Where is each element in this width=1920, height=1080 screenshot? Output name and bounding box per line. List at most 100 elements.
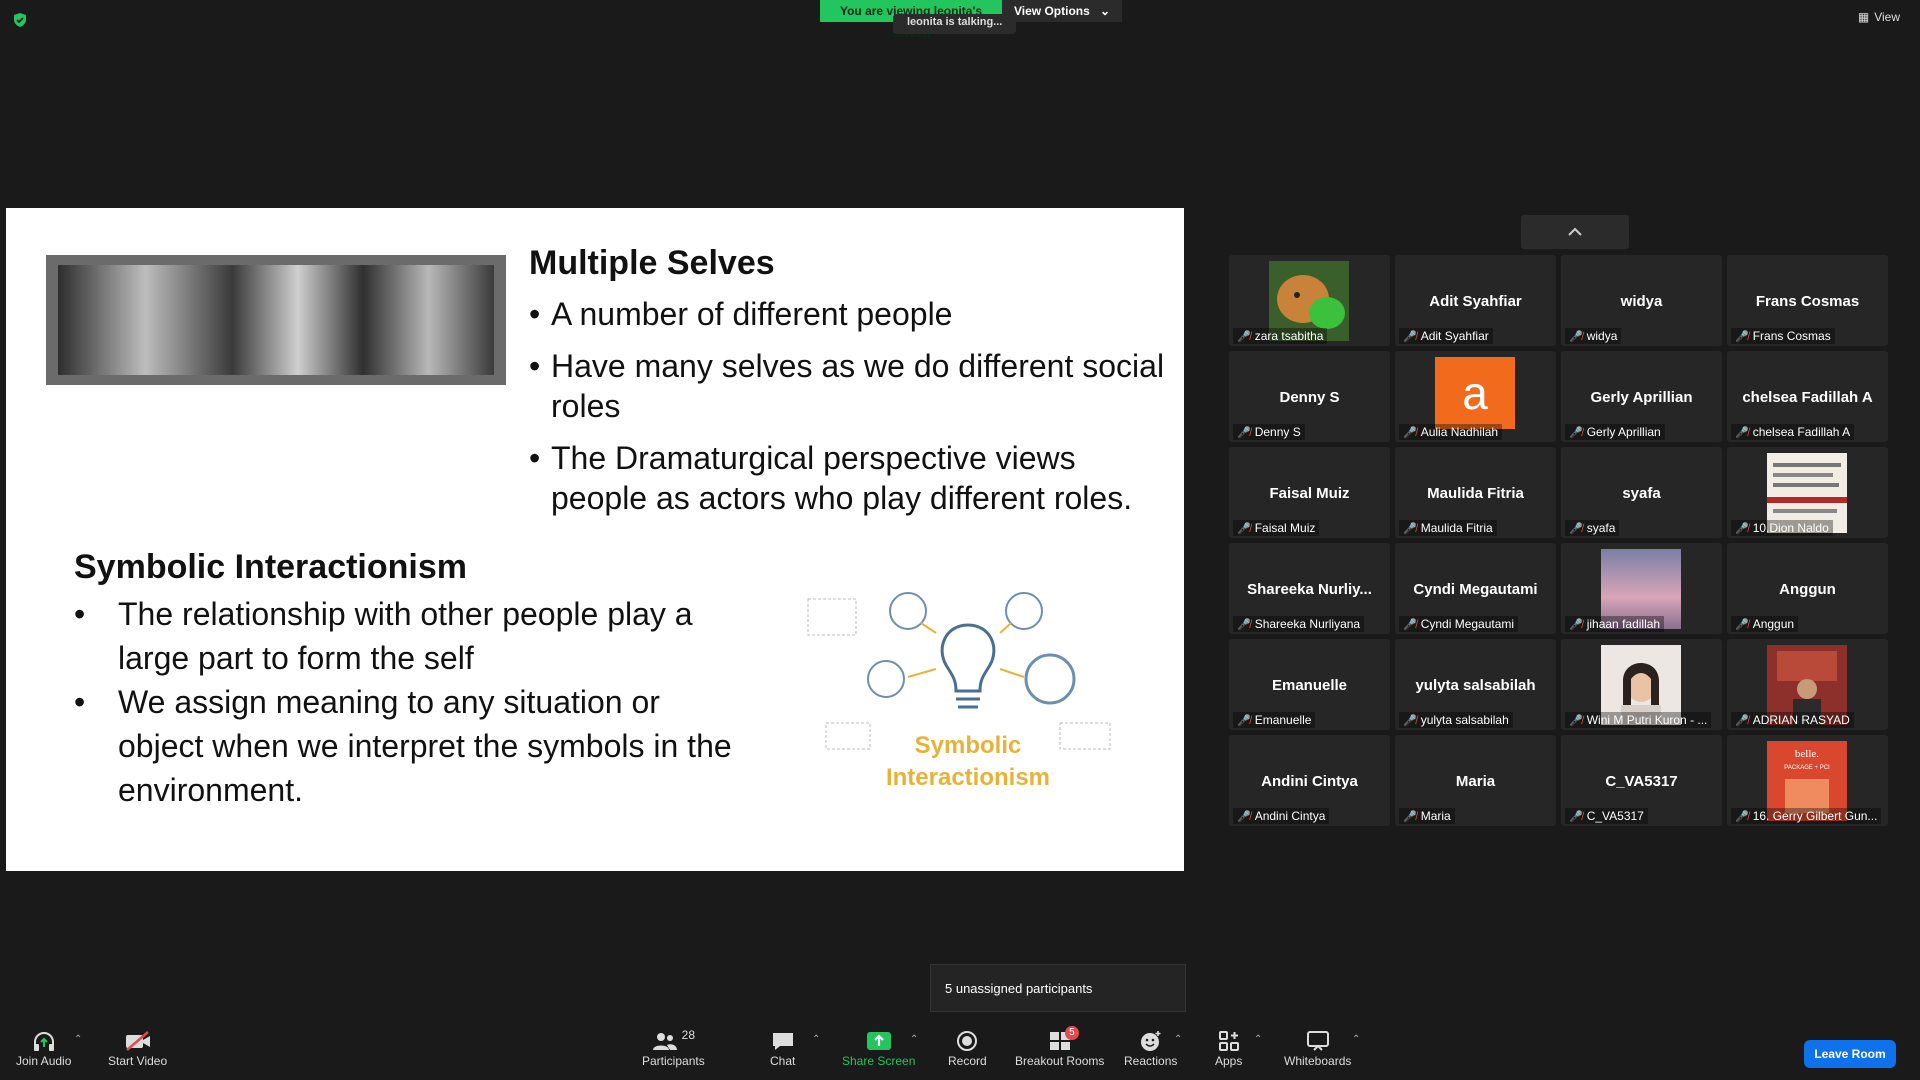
participant-name-label: 🎤̸ ADRIAN RASYAD — [1731, 712, 1854, 728]
apps-options-caret[interactable]: ⌃ — [1254, 1034, 1262, 1045]
participant-tile[interactable]: Shareeka Nurliy... 🎤̸ Shareeka Nurliyana — [1229, 543, 1390, 634]
apps-label: Apps — [1215, 1054, 1243, 1068]
participant-tile[interactable]: 🎤̸ jihaan fadillah — [1561, 543, 1722, 634]
record-icon — [957, 1031, 978, 1051]
participant-tile[interactable]: Maulida Fitria 🎤̸ Maulida Fitria — [1395, 447, 1556, 538]
record-button[interactable]: Record — [948, 1028, 987, 1068]
graphic-text-line1: Symbolic — [915, 732, 1022, 759]
unassigned-participants-tooltip: 5 unassigned participants — [930, 964, 1186, 1012]
mic-muted-icon: 🎤̸ — [1569, 522, 1583, 535]
participant-name-label: 🎤̸ Shareeka Nurliyana — [1233, 616, 1365, 632]
participant-name-label: 🎤̸ yulyta salsabilah — [1399, 712, 1513, 728]
participant-tile[interactable]: 🎤̸ ADRIAN RASYAD — [1727, 639, 1888, 730]
graphic-text-line2: Interactionism — [886, 764, 1050, 791]
participant-name-label: 🎤̸ Faisal Muiz — [1233, 520, 1320, 536]
participant-display-name: Cyndi Megautami — [1413, 581, 1538, 598]
mic-muted-icon: 🎤̸ — [1403, 330, 1417, 343]
participant-tile[interactable]: Cyndi Megautami 🎤̸ Cyndi Megautami — [1395, 543, 1556, 634]
mic-muted-icon: 🎤̸ — [1735, 426, 1749, 439]
view-options-button[interactable]: View Options ⌄ — [1002, 0, 1122, 22]
join-audio-button[interactable]: Join Audio — [16, 1028, 71, 1068]
headphones-icon — [33, 1032, 54, 1051]
share-options-caret[interactable]: ⌃ — [910, 1034, 918, 1045]
start-video-button[interactable]: Start Video — [108, 1028, 167, 1068]
participant-name-label: 🎤̸ 10.Dion Naldo — [1731, 520, 1833, 536]
participant-video — [1767, 453, 1847, 533]
join-audio-label: Join Audio — [16, 1054, 72, 1068]
participant-tile[interactable]: Emanuelle 🎤̸ Emanuelle — [1229, 639, 1390, 730]
view-button[interactable]: ▦ View — [1858, 10, 1900, 24]
participant-video — [1767, 645, 1847, 725]
participant-tile[interactable]: syafa 🎤̸ syafa — [1561, 447, 1722, 538]
whiteboards-button[interactable]: Whiteboards — [1284, 1028, 1351, 1068]
mic-muted-icon: 🎤̸ — [1403, 522, 1417, 535]
participant-tile[interactable]: yulyta salsabilah 🎤̸ yulyta salsabilah — [1395, 639, 1556, 730]
reactions-options-caret[interactable]: ⌃ — [1174, 1034, 1182, 1045]
participant-name-label: 🎤̸ widya — [1565, 328, 1622, 344]
participant-tile[interactable]: chelsea Fadillah A 🎤̸ chelsea Fadillah A — [1727, 351, 1888, 442]
apps-button[interactable]: Apps — [1215, 1028, 1242, 1068]
multiple-selves-list: • A number of different people • Have many… — [529, 294, 1169, 530]
participant-display-name: syafa — [1622, 485, 1661, 502]
bullet-item: • The relationship with other people play… — [74, 592, 754, 680]
chat-icon — [772, 1033, 793, 1050]
slide-heading-symbolic-interactionism: Symbolic Interactionism — [74, 548, 467, 586]
participant-tile[interactable]: Adit Syahfiar 🎤̸ Adit Syahfiar — [1395, 255, 1556, 346]
participant-name-label: 🎤̸ Andini Cintya — [1233, 808, 1330, 824]
video-off-icon — [125, 1031, 150, 1051]
mic-muted-icon: 🎤̸ — [1237, 618, 1251, 631]
collapse-gallery-button[interactable] — [1521, 215, 1629, 249]
chat-options-caret[interactable]: ⌃ — [812, 1034, 820, 1045]
view-options-label: View Options — [1014, 4, 1090, 18]
chat-button[interactable]: Chat — [770, 1028, 795, 1068]
reactions-button[interactable]: Reactions — [1124, 1028, 1177, 1068]
bullet-text: Have many selves as we do different soci… — [551, 348, 1165, 424]
participant-name-label: 🎤̸ Cyndi Megautami — [1399, 616, 1519, 632]
participant-tile[interactable]: 🎤̸ zara tsabitha — [1229, 255, 1390, 346]
talking-indicator: leonita is talking... — [893, 14, 1017, 34]
participant-tile[interactable]: Denny S 🎤̸ Denny S — [1229, 351, 1390, 442]
whiteboards-options-caret[interactable]: ⌃ — [1352, 1034, 1360, 1045]
participant-tile[interactable]: Anggun 🎤̸ Anggun — [1727, 543, 1888, 634]
participant-tile[interactable]: Andini Cintya 🎤̸ Andini Cintya — [1229, 735, 1390, 826]
participant-tile[interactable]: Faisal Muiz 🎤̸ Faisal Muiz — [1229, 447, 1390, 538]
participants-icon — [652, 1033, 677, 1050]
participant-tile[interactable]: 🎤̸ 10.Dion Naldo — [1727, 447, 1888, 538]
grid-icon: ▦ — [1857, 10, 1870, 24]
participant-display-name: widya — [1620, 293, 1663, 310]
participant-display-name: Adit Syahfiar — [1429, 293, 1522, 310]
bullet-text: The relationship with other people play … — [118, 596, 693, 676]
participant-name: Denny S — [1254, 425, 1301, 439]
chevron-down-icon: ⌄ — [1099, 4, 1110, 18]
participant-tile[interactable]: C_VA5317 🎤̸ C_VA5317 — [1561, 735, 1722, 826]
participant-display-name: chelsea Fadillah A — [1742, 389, 1873, 406]
leave-room-button[interactable]: Leave Room — [1804, 1040, 1896, 1068]
record-label: Record — [948, 1054, 987, 1068]
participant-tile[interactable]: a 🎤̸ Aulia Nadhilah — [1395, 351, 1556, 442]
participant-display-name: Maulida Fitria — [1427, 485, 1524, 502]
participant-name: widya — [1586, 329, 1618, 343]
mic-muted-icon: 🎤̸ — [1403, 426, 1417, 439]
breakout-rooms-button[interactable]: 5 Breakout Rooms — [1015, 1026, 1104, 1068]
participant-tile[interactable]: Maria 🎤̸ Maria — [1395, 735, 1556, 826]
participants-button[interactable]: 28 Participants — [642, 1028, 705, 1068]
participant-name: C_VA5317 — [1586, 809, 1644, 823]
bullet-item: • The Dramaturgical perspective views peo… — [529, 438, 1169, 518]
slide-photo — [46, 255, 506, 385]
encryption-shield-icon[interactable] — [12, 12, 28, 28]
participant-tile[interactable]: Frans Cosmas 🎤̸ Frans Cosmas — [1727, 255, 1888, 346]
meeting-toolbar: Join Audio ⌃ Start Video 28 Participants… — [0, 1020, 1920, 1080]
participant-display-name: Denny S — [1279, 389, 1340, 406]
share-screen-button[interactable]: Share Screen — [842, 1028, 915, 1068]
participant-name: Adit Syahfiar — [1420, 329, 1489, 343]
participant-tile[interactable]: 🎤̸ Wini M Putri Kuron - ... — [1561, 639, 1722, 730]
participant-name: jihaan fadillah — [1586, 617, 1661, 631]
participant-tile[interactable]: belle. PACKAGE + PCI 🎤̸ 16. Gerry Gilbert G… — [1727, 735, 1888, 826]
audio-options-caret[interactable]: ⌃ — [74, 1034, 82, 1045]
participant-name-label: 🎤̸ Adit Syahfiar — [1399, 328, 1493, 344]
bullet-text: We assign meaning to any situation or ob… — [118, 684, 732, 808]
participant-tile[interactable]: Gerly Aprillian 🎤̸ Gerly Aprillian — [1561, 351, 1722, 442]
participant-name: yulyta salsabilah — [1420, 713, 1509, 727]
participant-tile[interactable]: widya 🎤̸ widya — [1561, 255, 1722, 346]
participant-name: Frans Cosmas — [1752, 329, 1831, 343]
